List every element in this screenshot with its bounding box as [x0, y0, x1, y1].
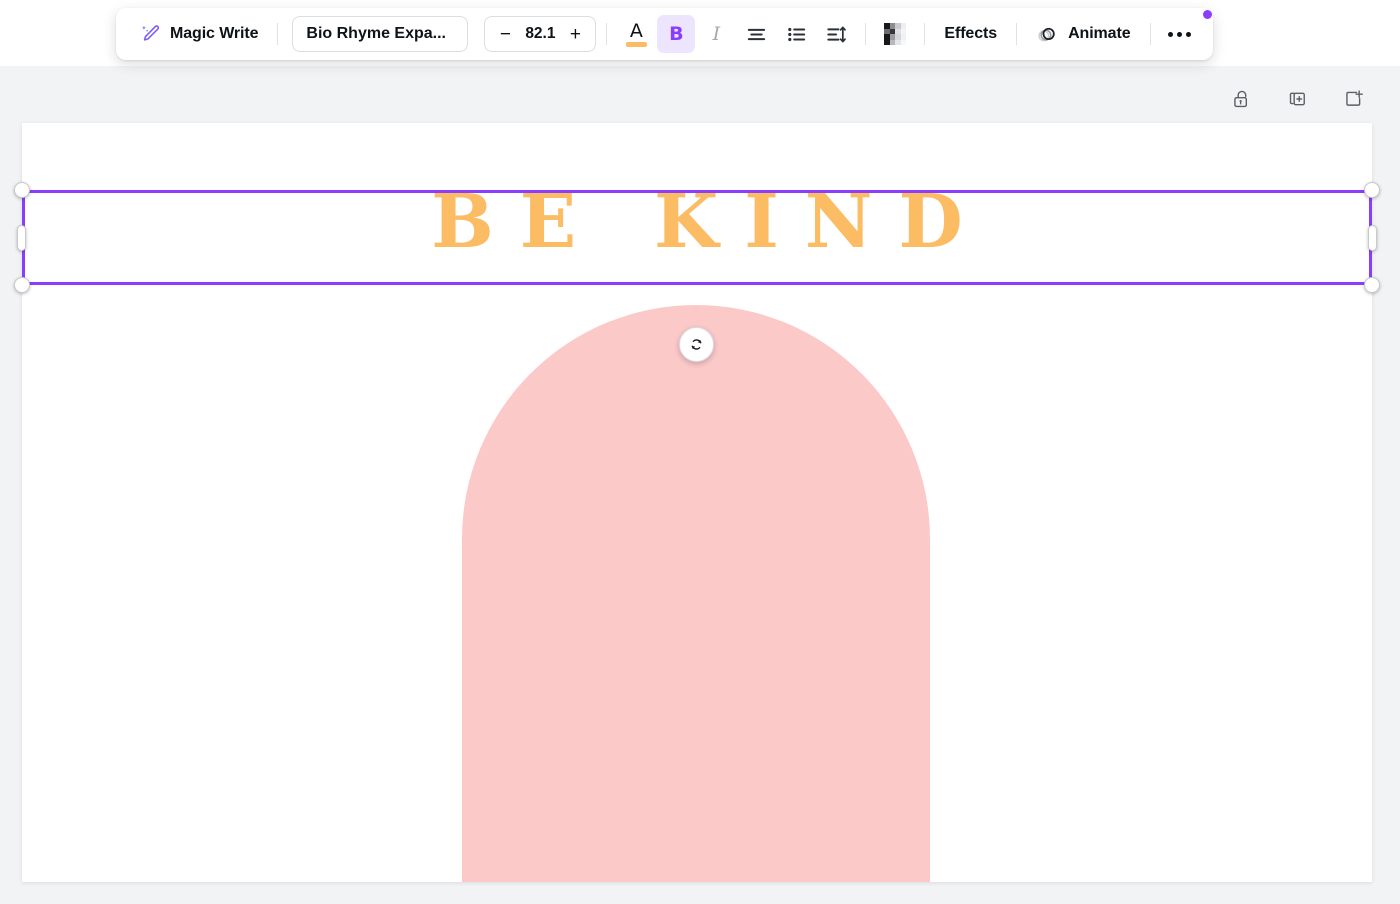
object-actions-bar — [1224, 82, 1370, 116]
resize-handle-top-right[interactable] — [1364, 182, 1380, 198]
toolbar-divider-2 — [606, 23, 608, 45]
line-spacing-icon — [827, 26, 846, 42]
bold-label: B — [669, 22, 684, 45]
animate-icon — [1038, 27, 1055, 41]
resize-handle-top-left[interactable] — [14, 182, 30, 198]
design-canvas[interactable]: BE KIND — [22, 123, 1372, 882]
rotate-handle[interactable] — [679, 327, 714, 362]
italic-button[interactable]: I — [697, 15, 735, 53]
font-size-value[interactable]: 82.1 — [515, 25, 565, 43]
animate-label: Animate — [1068, 25, 1131, 42]
text-color-button[interactable]: A — [617, 15, 655, 53]
bullet-list-button[interactable] — [777, 15, 815, 53]
resize-handle-bottom-right[interactable] — [1364, 277, 1380, 293]
rotate-icon — [691, 339, 702, 350]
text-color-swatch — [625, 42, 647, 47]
duplicate-icon — [1289, 92, 1305, 106]
font-size-stepper[interactable]: − 82.1 + — [484, 16, 597, 52]
canva-editor: BE KIND Magic Write Bio Rhyme Expa... − … — [0, 0, 1400, 904]
resize-handle-right[interactable] — [1368, 224, 1377, 251]
text-color-letter: A — [629, 20, 643, 42]
magic-write-button[interactable]: Magic Write — [130, 16, 267, 52]
magic-write-label: Magic Write — [170, 25, 259, 42]
effects-button[interactable]: Effects — [935, 16, 1006, 52]
bullet-list-icon — [788, 27, 806, 41]
transparency-button[interactable] — [876, 15, 914, 53]
more-options-icon — [1168, 31, 1191, 37]
align-center-icon — [747, 28, 766, 40]
font-size-decrease-button[interactable]: − — [495, 22, 515, 46]
toolbar-divider-3 — [865, 23, 867, 45]
headline-text[interactable]: BE KIND — [22, 185, 1372, 259]
duplicate-button[interactable] — [1280, 82, 1314, 116]
font-family-select[interactable]: Bio Rhyme Expa... — [292, 16, 469, 52]
font-size-increase-button[interactable]: + — [565, 22, 585, 46]
resize-handle-left[interactable] — [17, 224, 26, 251]
toolbar-divider-5 — [1016, 23, 1018, 45]
lock-button[interactable] — [1224, 82, 1258, 116]
more-options-button[interactable] — [1161, 15, 1199, 53]
animate-button[interactable]: Animate — [1027, 10, 1212, 52]
add-page-icon — [1345, 90, 1363, 106]
add-page-button[interactable] — [1336, 82, 1370, 116]
transparency-icon — [884, 23, 907, 45]
toolbar-divider — [277, 23, 279, 45]
effects-label: Effects — [944, 25, 998, 42]
resize-handle-bottom-left[interactable] — [14, 277, 30, 293]
bold-button[interactable]: B — [657, 15, 696, 53]
arch-shape[interactable] — [462, 305, 930, 882]
toolbar-divider-4 — [924, 23, 926, 45]
text-format-toolbar: Magic Write Bio Rhyme Expa... − 82.1 + A… — [116, 8, 1213, 60]
toolbar-divider-6 — [1149, 23, 1151, 45]
italic-label: I — [712, 22, 721, 45]
unlock-icon — [1233, 90, 1247, 108]
font-family-value: Bio Rhyme Expa... — [306, 25, 446, 42]
animate-badge-dot — [1202, 10, 1212, 19]
text-align-button[interactable] — [737, 15, 775, 53]
line-spacing-button[interactable] — [817, 15, 855, 53]
magic-pen-icon — [142, 25, 160, 41]
